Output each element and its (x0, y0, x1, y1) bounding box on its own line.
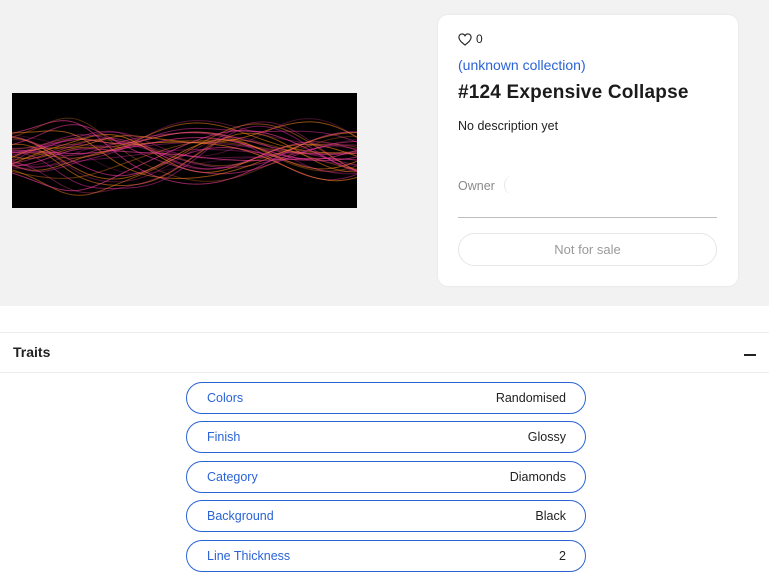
trait-value: Randomised (495, 391, 566, 405)
trait-name: Background (207, 509, 274, 524)
trait-pill-line-thickness[interactable]: Line Thickness 2 (186, 539, 586, 572)
trait-value: Black (535, 509, 566, 524)
trait-name: Category (207, 469, 258, 484)
trait-name: Finish (207, 430, 241, 445)
not-for-sale-button[interactable]: Not for sale (458, 233, 717, 266)
trait-value: Diamonds (509, 469, 566, 484)
wave-artwork (12, 117, 357, 196)
trait-pill-colors[interactable]: Colors Randomised (186, 382, 586, 414)
traits-list: Colors Randomised Finish Glossy Category… (186, 382, 586, 579)
item-overview-section: 0 (unknown collection) #124 Expensive Co… (0, 0, 769, 306)
like-button[interactable]: 0 (458, 31, 483, 47)
owner-label: Owner (458, 179, 495, 193)
like-count: 0 (476, 32, 483, 46)
owner-avatar[interactable] (504, 175, 524, 195)
nft-artwork-image[interactable] (12, 93, 357, 208)
trait-name: Colors (207, 391, 244, 405)
heart-outline-icon (458, 32, 472, 46)
item-details-card: 0 (unknown collection) #124 Expensive Co… (438, 15, 738, 286)
divider (458, 217, 717, 218)
collection-link[interactable]: (unknown collection) (458, 57, 586, 73)
trait-pill-category[interactable]: Category Diamonds (186, 460, 586, 493)
trait-pill-finish[interactable]: Finish Glossy (186, 421, 586, 454)
item-description: No description yet (458, 119, 559, 133)
item-title: #124 Expensive Collapse (458, 82, 689, 103)
trait-value: 2 (559, 548, 566, 563)
trait-pill-background[interactable]: Background Black (186, 500, 586, 533)
traits-accordion-header[interactable]: Traits (0, 332, 769, 373)
minus-icon[interactable] (744, 354, 756, 356)
traits-title: Traits (13, 344, 51, 360)
trait-value: Glossy (527, 430, 566, 445)
trait-name: Line Thickness (207, 548, 291, 563)
